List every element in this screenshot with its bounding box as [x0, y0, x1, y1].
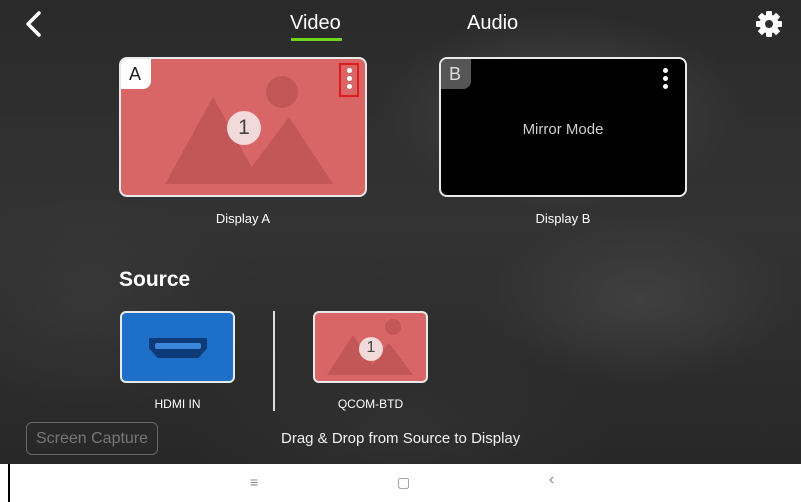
display-b-status: Mirror Mode — [522, 121, 604, 138]
tab-audio[interactable]: Audio — [467, 12, 518, 35]
display-a-more-icon[interactable] — [339, 63, 359, 97]
drag-drop-hint: Drag & Drop from Source to Display — [281, 430, 521, 447]
navbar-edge — [8, 464, 10, 502]
display-b-more-icon[interactable] — [657, 65, 673, 95]
app-root: Video Audio 1 A Display A B Mirror Mode … — [0, 0, 801, 502]
screen-capture-button[interactable]: Screen Capture — [26, 422, 158, 455]
display-b-label: Display B — [535, 211, 591, 226]
display-a-corner-label: A — [121, 59, 151, 89]
nav-menu-icon[interactable]: ≡ — [250, 474, 258, 490]
source-qcom-tile[interactable]: 1 — [313, 311, 428, 383]
source-title: Source — [119, 268, 191, 291]
tab-video[interactable]: Video — [290, 12, 341, 35]
display-a-card[interactable]: 1 A — [119, 57, 367, 197]
tab-video-underline — [291, 38, 342, 41]
nav-back-icon[interactable]: ‹ — [549, 471, 554, 489]
source-hdmi-label: HDMI IN — [154, 397, 201, 411]
source-qcom-badge: 1 — [366, 339, 376, 356]
source-qcom-label: QCOM-BTD — [337, 397, 404, 411]
source-divider — [273, 311, 275, 411]
display-b-corner-label: B — [441, 59, 471, 89]
display-a-label: Display A — [215, 211, 271, 226]
gear-icon[interactable] — [755, 10, 783, 38]
back-icon[interactable] — [22, 10, 46, 38]
nav-home-icon[interactable]: ▢ — [397, 474, 410, 491]
hdmi-icon — [149, 338, 207, 358]
display-b-card[interactable]: B Mirror Mode — [439, 57, 687, 197]
source-hdmi-tile[interactable] — [120, 311, 235, 383]
content-badge: 1 — [238, 116, 250, 139]
